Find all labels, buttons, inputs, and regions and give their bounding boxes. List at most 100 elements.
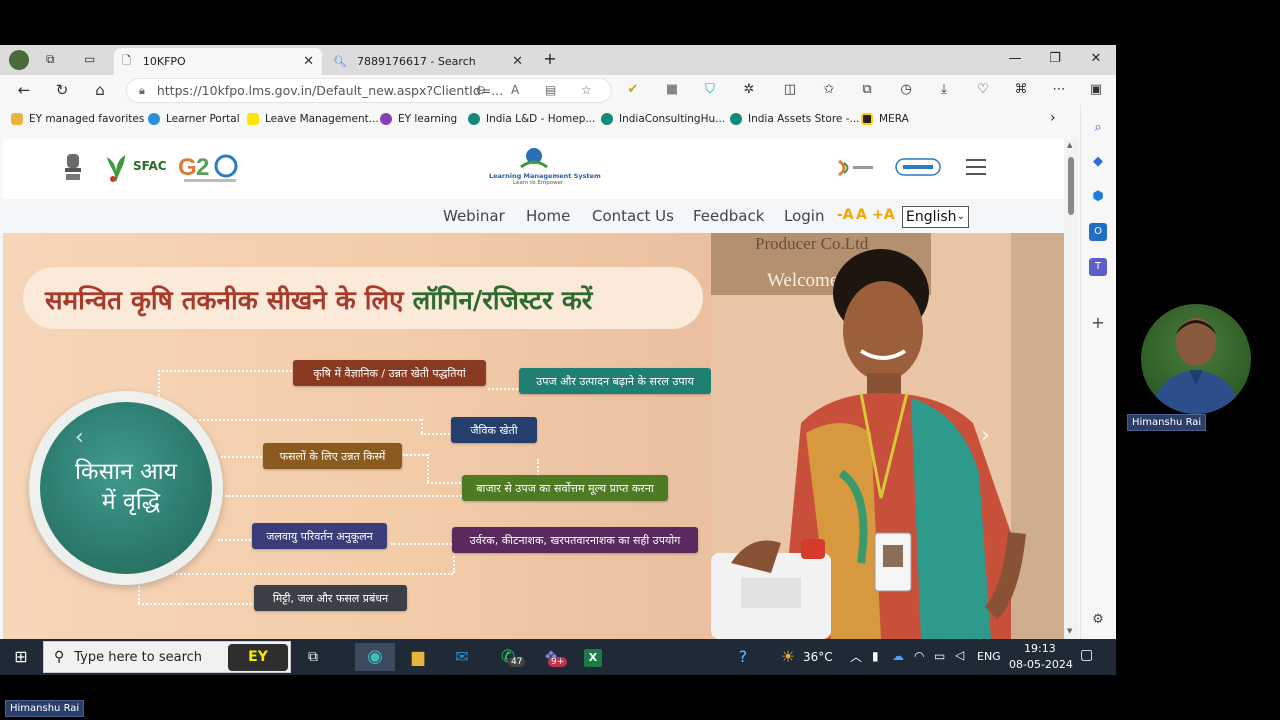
search-placeholder: Type here to search: [74, 649, 203, 665]
file-explorer-icon[interactable]: ▆: [403, 643, 433, 671]
favorite-label: IndiaConsultingHu...: [619, 113, 726, 125]
notification-icon[interactable]: ▢: [1080, 647, 1093, 663]
network-icon[interactable]: ◠: [914, 649, 924, 663]
minimize-icon[interactable]: —: [1005, 51, 1025, 66]
favorite-leave-management[interactable]: Leave Management...: [247, 113, 379, 125]
usb-icon[interactable]: ▮: [872, 649, 879, 663]
extensions-icon[interactable]: ✲: [740, 82, 758, 97]
new-tab-icon[interactable]: +: [540, 49, 560, 68]
extension-n-icon[interactable]: ■: [663, 82, 681, 97]
connector-line: [218, 539, 254, 541]
profile-avatar[interactable]: [9, 50, 29, 70]
tab-actions-icon[interactable]: ▭: [84, 52, 95, 66]
volume-icon[interactable]: ◁: [955, 648, 964, 662]
clock-time[interactable]: 19:13: [1024, 642, 1056, 655]
nav-contact-us[interactable]: Contact Us: [592, 207, 674, 225]
connector-line: [421, 419, 423, 433]
read-aloud-icon[interactable]: A: [511, 83, 519, 97]
more-menu-icon[interactable]: ⋯: [1050, 82, 1068, 97]
collections-icon[interactable]: ⧉: [858, 82, 876, 97]
performance-icon[interactable]: ♡: [974, 82, 992, 97]
address-bar[interactable]: 🔒︎ https://10kfpo.lms.gov.in/Default_new…: [126, 78, 612, 103]
favorite-label: EY managed favorites: [29, 113, 145, 125]
add-icon[interactable]: +: [1089, 314, 1107, 332]
office-icon[interactable]: ⬢: [1089, 188, 1107, 206]
person-image: [1151, 318, 1241, 414]
font-increase-button[interactable]: +A: [872, 207, 895, 223]
page-scrollbar[interactable]: ▲ ▼: [1064, 139, 1078, 639]
ey-taskbar-icon[interactable]: EY: [228, 644, 288, 671]
restore-icon[interactable]: ❐: [1045, 51, 1065, 66]
clock-date[interactable]: 08-05-2024: [1009, 658, 1073, 671]
scroll-up-icon[interactable]: ▲: [1067, 141, 1072, 149]
search-icon[interactable]: ⌕: [1089, 119, 1107, 137]
favorite-ey-managed[interactable]: EY managed favorites: [11, 113, 144, 125]
excel-icon[interactable]: X: [578, 643, 608, 671]
teams-icon[interactable]: T: [1089, 258, 1107, 276]
sidebar-toggle-icon[interactable]: ▣: [1087, 82, 1105, 97]
nav-login[interactable]: Login: [784, 207, 824, 225]
participant-name-label: Himanshu Rai: [1127, 414, 1207, 431]
favorite-india-assets[interactable]: India Assets Store -...: [730, 113, 860, 125]
scroll-down-icon[interactable]: ▼: [1067, 627, 1072, 635]
national-emblem-icon: [65, 154, 81, 180]
language-select[interactable]: English ⌄: [902, 206, 969, 228]
task-view-icon[interactable]: ⧉: [298, 643, 328, 671]
tab-10kfpo[interactable]: 🗋 10KFPO ✕: [114, 48, 322, 75]
favorite-india-consulting[interactable]: IndiaConsultingHu...: [601, 113, 725, 125]
close-icon[interactable]: ✕: [512, 54, 523, 69]
tab-bar: ⧉ ▭ 🗋 10KFPO ✕ 🔍︎ 7889176617 - Search ✕ …: [0, 45, 1116, 75]
home-icon[interactable]: ⌂: [90, 81, 110, 99]
back-icon[interactable]: ←: [14, 81, 34, 99]
chevron-right-icon[interactable]: ›: [1050, 110, 1056, 126]
refresh-icon[interactable]: ↻: [52, 81, 72, 99]
settings-gear-icon[interactable]: ⚙: [1089, 611, 1107, 629]
shopping-tag-icon[interactable]: ◆: [1089, 153, 1107, 171]
close-icon[interactable]: ✕: [303, 54, 314, 69]
nav-webinar[interactable]: Webinar: [443, 207, 505, 225]
favorite-ey-learning[interactable]: EY learning: [380, 113, 457, 125]
extension-check-icon[interactable]: ✔: [624, 82, 642, 97]
windows-start-icon[interactable]: ⊞: [6, 643, 36, 671]
input-language[interactable]: ENG: [977, 650, 1001, 663]
tab-title: 7889176617 - Search: [356, 55, 476, 68]
immersive-reader-icon[interactable]: ▤: [545, 83, 556, 97]
nav-home[interactable]: Home: [526, 207, 570, 225]
hamburger-menu-icon[interactable]: [966, 159, 986, 175]
carousel-prev-icon[interactable]: ‹: [75, 425, 84, 450]
onedrive-icon[interactable]: ☁: [892, 649, 904, 663]
hero-photo: Producer Co.Ltd Welcome ›: [711, 233, 1064, 639]
farmer-woman-image: Producer Co.Ltd Welcome: [711, 233, 1064, 639]
favorite-india-ld[interactable]: India L&D - Homep...: [468, 113, 595, 125]
chevron-down-icon: ⌄: [956, 211, 965, 222]
carousel-next-icon[interactable]: ›: [981, 423, 990, 448]
favorite-star-icon[interactable]: ☆: [581, 83, 592, 97]
downloads-icon[interactable]: ⤓: [935, 82, 953, 97]
font-decrease-button[interactable]: -A: [837, 207, 854, 223]
weather-temp: 36°C: [803, 650, 833, 664]
nav-feedback[interactable]: Feedback: [693, 207, 764, 225]
tray-chevron-icon[interactable]: ︿: [850, 648, 862, 665]
favorites-icon[interactable]: ✩: [820, 82, 838, 97]
zoom-icon[interactable]: ⊖: [476, 83, 486, 97]
outlook-icon[interactable]: O: [1089, 223, 1107, 241]
lock-icon: 🔒︎: [139, 83, 145, 97]
outlook-taskbar-icon[interactable]: ✉: [447, 643, 477, 671]
workspaces-icon[interactable]: ⧉: [46, 52, 55, 67]
font-normal-button[interactable]: A: [856, 207, 867, 223]
copilot-icon[interactable]: ⌘: [1012, 82, 1030, 97]
edge-taskbar-icon[interactable]: ◉: [355, 643, 395, 671]
window-close-icon[interactable]: ✕: [1086, 51, 1106, 66]
battery-icon[interactable]: ▭: [934, 649, 945, 663]
scroll-thumb[interactable]: [1068, 157, 1074, 215]
split-screen-icon[interactable]: ◫: [781, 82, 799, 97]
weather-icon[interactable]: ☀: [773, 643, 803, 671]
history-icon[interactable]: ◷: [897, 82, 915, 97]
tab-search[interactable]: 🔍︎ 7889176617 - Search ✕: [325, 48, 531, 75]
page-icon: 🗋: [122, 54, 131, 67]
hero-headline[interactable]: समन्वित कृषि तकनीक सीखने के लिए लॉगिन/रज…: [45, 281, 592, 317]
favorite-mera[interactable]: MERA: [861, 113, 909, 125]
help-icon[interactable]: ?: [728, 643, 758, 671]
favorite-learner-portal[interactable]: Learner Portal: [148, 113, 240, 125]
shield-icon[interactable]: ⛉: [701, 82, 719, 97]
